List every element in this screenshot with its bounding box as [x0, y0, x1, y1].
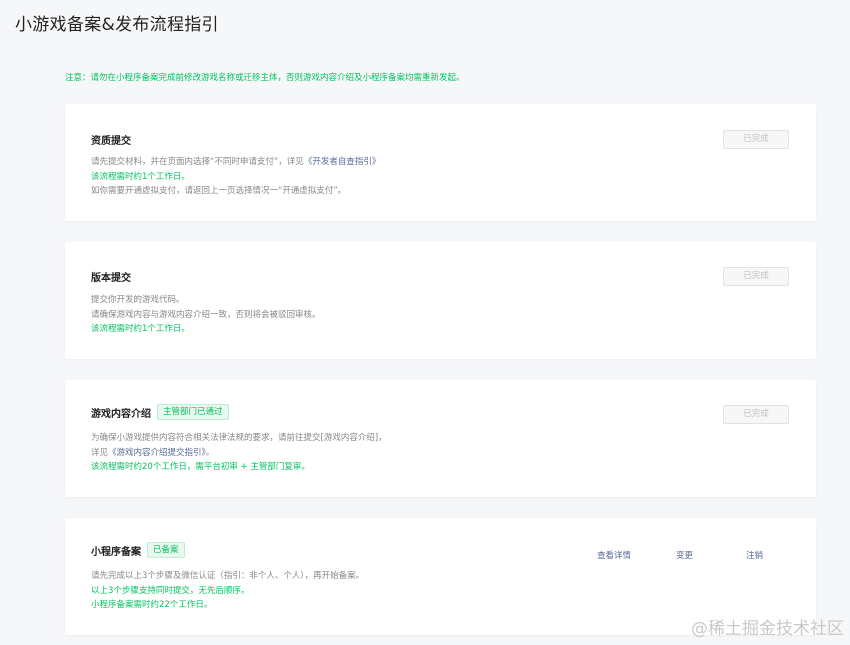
description-line: 请确保游戏内容与游戏内容介绍一致，否则将会被驳回审核。 — [91, 309, 321, 320]
description-line: 详见《游戏内容介绍提交指引》。 — [91, 446, 387, 461]
card-version-submit: 版本提交 已完成 提交你开发的游戏代码。 请确保游戏内容与游戏内容介绍一致，否则… — [65, 242, 816, 359]
card-description: 为确保小游戏提供内容符合相关法律法规的要求，请前往提交[游戏内容介绍]， 详见《… — [91, 431, 387, 475]
description-line: 请先提交材料，并在页面内选择“不同时申请支付”，详见《开发者自查指引》 — [91, 155, 380, 170]
description-line: 为确保小游戏提供内容符合相关法律法规的要求，请前往提交[游戏内容介绍]， — [91, 433, 387, 443]
completed-button[interactable]: 已完成 — [723, 267, 789, 286]
card-description: 请先完成以上3个步骤及微信认证（指引：非个人、个人），再开始备案。 以上3个步骤… — [91, 569, 364, 613]
change-link[interactable]: 变更 — [676, 549, 693, 561]
card-game-content: 游戏内容介绍 主管部门已通过 已完成 为确保小游戏提供内容符合相关法律法规的要求… — [65, 380, 816, 497]
card-title: 资质提交 — [91, 136, 131, 147]
developer-guide-link[interactable]: 《开发者自查指引》 — [304, 157, 381, 167]
card-title: 小程序备案 — [91, 546, 141, 558]
watermark: @稀土掘金技术社区 — [691, 619, 844, 639]
description-line: 以上3个步骤支持同时提交，无先后顺序。 — [91, 585, 250, 596]
description-text: 详见 — [91, 447, 109, 458]
view-details-link[interactable]: 查看详情 — [597, 549, 631, 561]
completed-button[interactable]: 已完成 — [723, 130, 789, 149]
card-qualification: 资质提交 已完成 请先提交材料，并在页面内选择“不同时申请支付”，详见《开发者自… — [65, 104, 816, 221]
duration-text: 小程序备案需时约22个工作日。 — [91, 600, 213, 610]
duration-text: 该流程需时约1个工作日。 — [91, 324, 190, 334]
card-title-row: 版本提交 — [91, 269, 131, 284]
notice-text: 注意：请勿在小程序备案完成前修改游戏名称或迁移主体，否则游戏内容介绍及小程序备案… — [65, 73, 465, 83]
duration-text: 该流程需时约20个工作日，需平台初审 + 主管部门复审。 — [91, 462, 310, 472]
duration-text: 该流程需时约1个工作日。 — [91, 171, 190, 182]
page-title: 小游戏备案&发布流程指引 — [15, 15, 219, 35]
card-title-row: 资质提交 — [91, 132, 131, 147]
status-badge: 已备案 — [147, 542, 185, 558]
card-title: 版本提交 — [91, 273, 131, 284]
card-description: 提交你开发的游戏代码。 请确保游戏内容与游戏内容介绍一致，否则将会被驳回审核。 … — [91, 293, 321, 337]
card-title-row: 小程序备案 已备案 — [91, 542, 185, 558]
card-title-row: 游戏内容介绍 主管部门已通过 — [91, 404, 229, 420]
cancel-filing-link[interactable]: 注销 — [746, 549, 763, 561]
card-description: 请先提交材料，并在页面内选择“不同时申请支付”，详见《开发者自查指引》 该流程需… — [91, 155, 380, 199]
description-line: 请先完成以上3个步骤及微信认证（指引：非个人、个人），再开始备案。 — [91, 571, 365, 581]
description-line: 提交你开发的游戏代码。 — [91, 295, 185, 305]
card-title: 游戏内容介绍 — [91, 408, 151, 420]
description-line: 如你需要开通虚拟支付，请返回上一页选择情况一“开通虚拟支付”。 — [91, 186, 347, 196]
status-badge: 主管部门已通过 — [157, 404, 229, 420]
description-text: 请先提交材料，并在页面内选择“不同时申请支付”，详见 — [91, 157, 304, 167]
content-guide-link[interactable]: 《游戏内容介绍提交指引》 — [108, 448, 206, 458]
description-text: 。 — [205, 447, 215, 458]
completed-button[interactable]: 已完成 — [723, 405, 789, 424]
